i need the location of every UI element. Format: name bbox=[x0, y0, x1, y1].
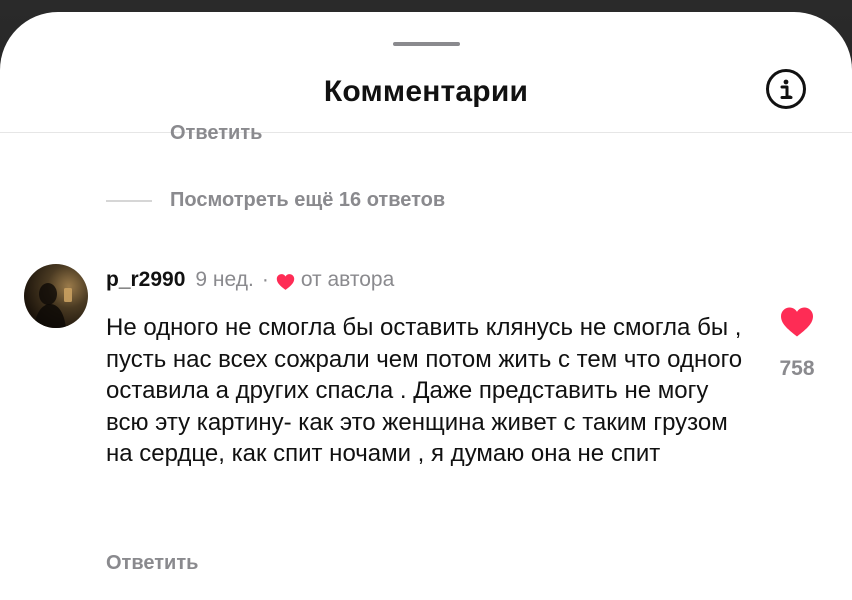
liked-by-author-label: от автора bbox=[300, 268, 395, 291]
previous-reply-button[interactable]: Ответить bbox=[170, 125, 262, 145]
reply-button[interactable]: Ответить bbox=[106, 552, 198, 575]
header-divider bbox=[0, 132, 852, 133]
view-more-line bbox=[106, 200, 152, 202]
comment-time: 9 нед. bbox=[195, 268, 254, 291]
like-count: 758 bbox=[779, 357, 815, 380]
heart-icon bbox=[276, 273, 295, 291]
comment-text: Не одного не смогла бы оставить клянусь … bbox=[106, 314, 743, 467]
info-circle-icon bbox=[780, 79, 793, 99]
sheet-grabber[interactable] bbox=[393, 42, 460, 46]
heart-icon bbox=[781, 307, 813, 337]
meta-separator: · bbox=[261, 268, 269, 291]
comment-header: p_r2990 9 нед. · от автора bbox=[106, 268, 394, 292]
like-button[interactable] bbox=[779, 306, 815, 338]
info-button[interactable] bbox=[766, 69, 806, 109]
avatar[interactable] bbox=[24, 264, 88, 328]
comments-sheet: Комментарии Ответить Посмотреть ещё 16 о… bbox=[0, 12, 852, 600]
comment-username[interactable]: p_r2990 bbox=[106, 268, 185, 292]
page-title: Комментарии bbox=[323, 75, 529, 108]
view-more-replies-button[interactable]: Посмотреть ещё 16 ответов bbox=[170, 189, 445, 212]
